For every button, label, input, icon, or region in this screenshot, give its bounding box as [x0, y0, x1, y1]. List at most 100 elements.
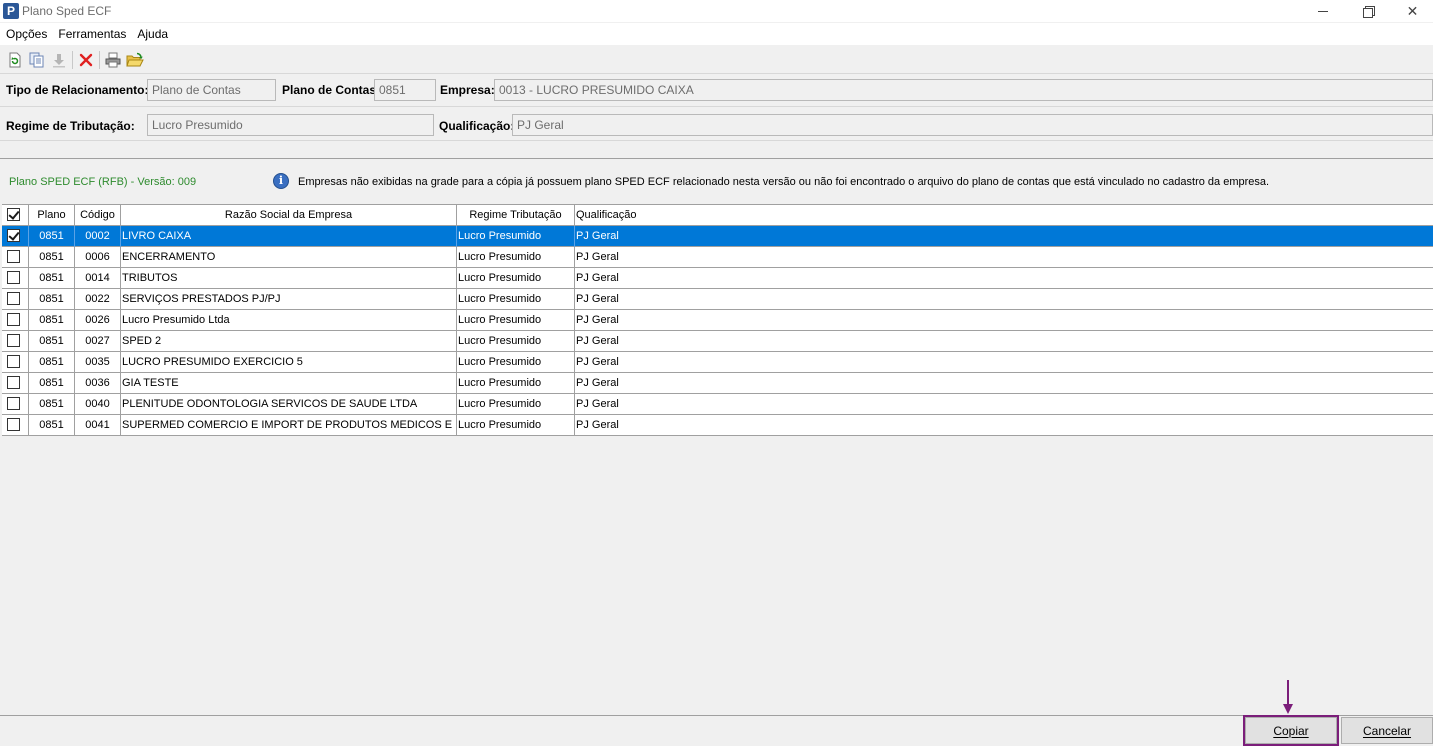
separator-line [0, 106, 1433, 107]
print-icon [105, 52, 121, 68]
menu-ajuda[interactable]: Ajuda [131, 23, 173, 45]
cell-qualificacao: PJ Geral [576, 314, 619, 326]
cell-regime-tributacao: Lucro Presumido [457, 415, 575, 436]
cancelar-button[interactable]: Cancelar [1341, 717, 1433, 744]
download-button[interactable] [48, 49, 70, 71]
table-row[interactable]: 0851 0036 GIA TESTE Lucro Presumido PJ Geral [2, 373, 1433, 394]
table-row[interactable]: 0851 0035 LUCRO PRESUMIDO EXERCICIO 5 Lucro… [2, 352, 1433, 373]
menu-bar: Opções Ferramentas Ajuda [0, 23, 1433, 45]
row-checkbox[interactable] [7, 271, 20, 284]
cell-regime-tributacao: Lucro Presumido [457, 310, 575, 331]
row-checkbox[interactable] [7, 250, 20, 263]
cell-regime-tributacao: Lucro Presumido [457, 226, 575, 247]
main-window: P Plano Sped ECF ✕ Opções Ferramentas Aj… [0, 0, 1433, 746]
cell-codigo: 0014 [75, 268, 121, 289]
row-checkbox-cell [2, 310, 29, 331]
copiar-button[interactable]: Copiar [1243, 715, 1339, 746]
row-checkbox[interactable] [7, 376, 20, 389]
cell-plano: 0851 [29, 394, 75, 415]
copiar-label: Copiar [1273, 723, 1309, 738]
cell-regime-tributacao: Lucro Presumido [457, 331, 575, 352]
plano-contas-field[interactable]: 0851 [374, 79, 436, 101]
cell-qualificacao: PJ Geral [576, 377, 619, 389]
row-checkbox-cell [2, 226, 29, 247]
print-button[interactable] [102, 49, 124, 71]
download-icon [53, 54, 65, 68]
refresh-button[interactable] [4, 49, 26, 71]
cancelar-label: Cancelar [1362, 723, 1412, 738]
table-row[interactable]: 0851 0026 Lucro Presumido Ltda Lucro Presum… [2, 310, 1433, 331]
cell-plano: 0851 [29, 352, 75, 373]
table-row[interactable]: 0851 0040 PLENITUDE ODONTOLOGIA SERVICOS D… [2, 394, 1433, 415]
cell-codigo: 0035 [75, 352, 121, 373]
cell-qualificacao: PJ Geral [576, 272, 619, 284]
row-checkbox[interactable] [7, 334, 20, 347]
tipo-relacionamento-label: Tipo de Relacionamento: [6, 83, 149, 97]
restore-button[interactable] [1345, 0, 1390, 22]
companies-grid: Plano Código Razão Social da Empresa Reg… [2, 204, 1433, 716]
menu-opcoes[interactable]: Opções [0, 23, 52, 45]
qualificacao-label: Qualificação: [439, 119, 515, 133]
table-row[interactable]: 0851 0027 SPED 2 Lucro Presumido PJ Geral [2, 331, 1433, 352]
tipo-relacionamento-field[interactable]: Plano de Contas [147, 79, 276, 101]
select-all-checkbox[interactable] [7, 208, 20, 221]
table-row[interactable]: 0851 0022 SERVIÇOS PRESTADOS PJ/PJ Lucro Pr… [2, 289, 1433, 310]
table-row[interactable]: 0851 0014 TRIBUTOS Lucro Presumido PJ Geral [2, 268, 1433, 289]
table-row[interactable]: 0851 0041 SUPERMED COMERCIO E IMPORT DE PR… [2, 415, 1433, 436]
cell-qualificacao: PJ Geral [576, 293, 619, 305]
cell-qualificacao: PJ Geral [576, 398, 619, 410]
row-checkbox[interactable] [7, 292, 20, 305]
minimize-button[interactable] [1300, 0, 1345, 22]
cell-razao-social: SPED 2 [121, 331, 457, 352]
cell-razao-social: SERVIÇOS PRESTADOS PJ/PJ [121, 289, 457, 310]
menu-ferramentas[interactable]: Ferramentas [52, 23, 131, 45]
minimize-icon [1317, 10, 1328, 12]
table-row[interactable]: 0851 0006 ENCERRAMENTO Lucro Presumido PJ Ge… [2, 247, 1433, 268]
row-checkbox-cell [2, 352, 29, 373]
cell-codigo: 0026 [75, 310, 121, 331]
row-checkbox[interactable] [7, 355, 20, 368]
delete-button[interactable] [75, 49, 97, 71]
open-folder-button[interactable] [124, 49, 146, 71]
cell-razao-social: LIVRO CAIXA [121, 226, 457, 247]
open-folder-icon [126, 52, 144, 67]
cell-plano: 0851 [29, 415, 75, 436]
row-checkbox-cell [2, 373, 29, 394]
grid-header: Plano Código Razão Social da Empresa Reg… [2, 205, 1433, 226]
cell-razao-social: SUPERMED COMERCIO E IMPORT DE PRODUTOS M… [121, 415, 457, 436]
cell-plano: 0851 [29, 331, 75, 352]
row-checkbox-cell [2, 289, 29, 310]
header-razao-social[interactable]: Razão Social da Empresa [121, 205, 457, 226]
cell-codigo: 0002 [75, 226, 121, 247]
cell-razao-social: TRIBUTOS [121, 268, 457, 289]
footer-separator [0, 715, 1433, 716]
empresa-field[interactable]: 0013 - LUCRO PRESUMIDO CAIXA [494, 79, 1433, 101]
copy-icon [29, 52, 44, 68]
header-codigo[interactable]: Código [75, 205, 121, 226]
cell-qualificacao: PJ Geral [576, 419, 619, 431]
header-qualificacao[interactable]: Qualificação [575, 205, 1433, 226]
row-checkbox-cell [2, 394, 29, 415]
regime-row: Regime de Tributação: Lucro Presumido Qu… [0, 110, 1433, 140]
cell-qualificacao: PJ Geral [576, 356, 619, 368]
relationship-row: Tipo de Relacionamento: Plano de Contas … [0, 75, 1433, 105]
cell-razao-social: GIA TESTE [121, 373, 457, 394]
row-checkbox[interactable] [7, 418, 20, 431]
header-plano[interactable]: Plano [29, 205, 75, 226]
cell-razao-social: LUCRO PRESUMIDO EXERCICIO 5 [121, 352, 457, 373]
row-checkbox[interactable] [7, 397, 20, 410]
regime-tributacao-field[interactable]: Lucro Presumido [147, 114, 434, 136]
select-all-cell [2, 205, 29, 226]
restore-icon [1362, 6, 1375, 18]
close-icon: ✕ [1406, 2, 1419, 19]
row-checkbox[interactable] [7, 229, 20, 242]
header-regime-tributacao[interactable]: Regime Tributação [457, 205, 575, 226]
close-button[interactable]: ✕ [1390, 0, 1433, 22]
copy-button[interactable] [26, 49, 48, 71]
cell-razao-social: Lucro Presumido Ltda [121, 310, 457, 331]
cell-plano: 0851 [29, 226, 75, 247]
row-checkbox[interactable] [7, 313, 20, 326]
table-row[interactable]: 0851 0002 LIVRO CAIXA Lucro Presumido PJ Ger… [2, 226, 1433, 247]
qualificacao-field[interactable]: PJ Geral [512, 114, 1433, 136]
cell-codigo: 0027 [75, 331, 121, 352]
